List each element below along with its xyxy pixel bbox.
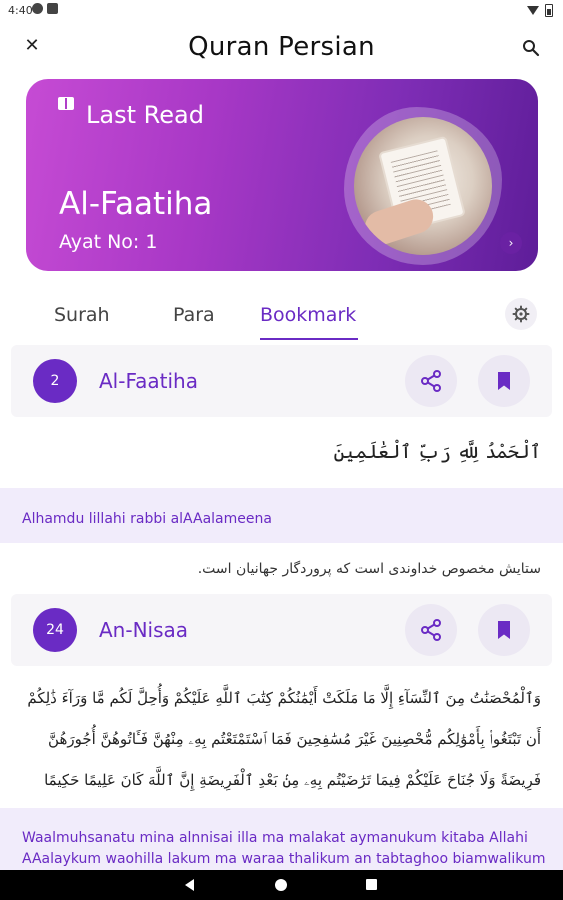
arabic-line: أَن تَبْتَغُوا۟ بِأَمْوَٰلِكُم مُّحْصِنِ…	[48, 730, 541, 748]
bookmark-icon	[498, 372, 510, 390]
notification-icons	[32, 3, 58, 14]
bookmark-item[interactable]: 24 An-Nisaa	[11, 594, 552, 666]
active-tab-indicator	[260, 338, 358, 340]
tab-bookmark[interactable]: Bookmark	[260, 304, 356, 326]
bookmark-icon	[498, 621, 510, 639]
transliteration-line: Waalmuhsanatu mina alnnisai illa ma mala…	[22, 830, 528, 846]
notification-icon	[47, 3, 58, 14]
tab-surah[interactable]: Surah	[54, 304, 110, 326]
status-bar: 4:40	[0, 0, 563, 22]
system-nav-bar	[0, 870, 563, 900]
notification-icon	[32, 3, 43, 14]
app-bar: ✕ Quran Persian	[0, 22, 563, 74]
home-icon[interactable]	[275, 879, 287, 891]
chevron-right-icon[interactable]: ›	[500, 232, 522, 254]
transliteration-line: AAalaykum waohilla lakum ma waraa thalik…	[22, 851, 546, 867]
gear-icon	[512, 305, 530, 323]
share-icon	[421, 619, 441, 641]
recents-icon[interactable]	[366, 879, 377, 890]
battery-icon	[545, 4, 553, 17]
tab-bar: Surah Para Bookmark	[0, 296, 563, 342]
status-time: 4:40	[8, 4, 33, 17]
last-read-card[interactable]: Last Read Al-Faatiha Ayat No: 1 ›	[26, 79, 538, 271]
settings-button[interactable]	[505, 298, 537, 330]
bookmark-item[interactable]: 2 Al-Faatiha	[11, 345, 552, 417]
tab-para[interactable]: Para	[173, 304, 215, 326]
page-title: Quran Persian	[188, 32, 375, 62]
transliteration-text: Alhamdu lillahi rabbi alAAalameena	[22, 511, 272, 527]
search-icon[interactable]	[519, 36, 543, 60]
share-icon	[421, 370, 441, 392]
last-read-ayat: Ayat No: 1	[59, 231, 158, 253]
wifi-icon	[527, 6, 539, 15]
last-read-label: Last Read	[86, 101, 204, 129]
transliteration-panel: Alhamdu lillahi rabbi alAAalameena	[0, 488, 563, 543]
verse-number-badge: 2	[33, 359, 77, 403]
surah-name: An-Nisaa	[99, 618, 189, 642]
hand-shape	[360, 195, 438, 249]
status-indicators	[527, 4, 553, 17]
verse-number-badge: 24	[33, 608, 77, 652]
arabic-line: فَرِيضَةً وَلَا جُنَاحَ عَلَيْكُمْ فِيمَ…	[44, 771, 541, 789]
transliteration-panel: Waalmuhsanatu mina alnnisai illa ma mala…	[0, 808, 563, 870]
surah-name: Al-Faatiha	[99, 369, 198, 393]
bookmark-button[interactable]	[478, 355, 530, 407]
arabic-verse: ٱلْحَمْدُ لِلَّهِ رَبِّ ٱلْعَٰلَمِينَ	[333, 441, 541, 463]
last-read-surah: Al-Faatiha	[59, 186, 213, 222]
book-icon	[58, 97, 74, 110]
bookmark-button[interactable]	[478, 604, 530, 656]
arabic-verse: وَٱلْمُحْصَنَٰتُ مِنَ ٱلنِّسَآءِ إِلَّا …	[19, 678, 541, 801]
arabic-line: وَٱلْمُحْصَنَٰتُ مِنَ ٱلنِّسَآءِ إِلَّا …	[27, 689, 541, 707]
share-button[interactable]	[405, 604, 457, 656]
back-icon[interactable]	[185, 879, 194, 891]
share-button[interactable]	[405, 355, 457, 407]
translation-text: ستایش مخصوص خداوندی است که پروردگار جهان…	[197, 561, 541, 577]
transliteration-text: Waalmuhsanatu mina alnnisai illa ma mala…	[22, 828, 552, 870]
quran-image	[354, 117, 492, 255]
